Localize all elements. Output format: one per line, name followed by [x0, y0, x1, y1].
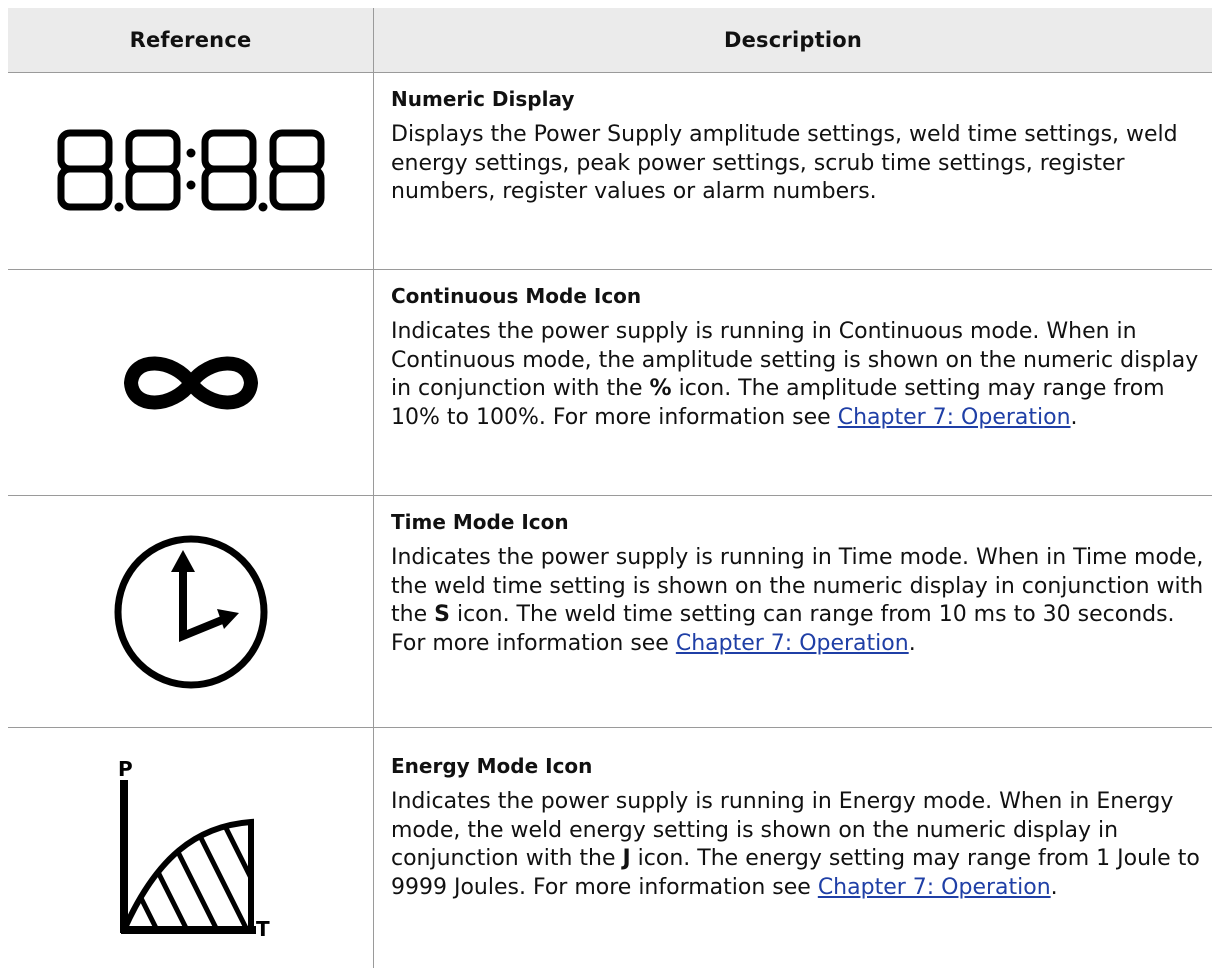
- reference-cell: [8, 270, 374, 495]
- reference-column-header: Reference: [8, 8, 374, 72]
- table-row: Numeric Display Displays the Power Suppl…: [8, 73, 1212, 270]
- description-column-header: Description: [723, 28, 863, 52]
- row-description: Indicates the power supply is running in…: [391, 319, 1199, 430]
- row-title: Numeric Display: [391, 87, 575, 111]
- seconds-label: S: [434, 602, 450, 627]
- description-cell: Numeric Display Displays the Power Suppl…: [374, 73, 1212, 269]
- row-title: Time Mode Icon: [391, 510, 569, 534]
- table-row: Continuous Mode Icon Indicates the power…: [8, 270, 1212, 496]
- row-description: Indicates the power supply is running in…: [391, 789, 1200, 900]
- reference-cell: [8, 73, 374, 269]
- row-title: Continuous Mode Icon: [391, 284, 642, 308]
- axis-p-label: P: [118, 758, 133, 781]
- seven-segment-display-icon: [57, 129, 324, 212]
- infinity-icon: [123, 356, 258, 409]
- row-description: Displays the Power Supply amplitude sett…: [391, 122, 1178, 204]
- reference-table: Reference Description Numeric Display Di…: [8, 8, 1212, 968]
- energy-curve-icon: P T: [118, 758, 270, 938]
- table-row: P T Energy Mode Icon Indicates the power…: [8, 728, 1212, 968]
- axis-t-label: T: [256, 917, 270, 938]
- percent-label: %: [649, 376, 672, 401]
- reference-cell: [8, 496, 374, 727]
- description-cell: Continuous Mode Icon Indicates the power…: [374, 270, 1212, 495]
- chapter-7-operation-link[interactable]: Chapter 7: Operation: [818, 875, 1051, 900]
- chapter-7-operation-link[interactable]: Chapter 7: Operation: [676, 631, 909, 656]
- description-cell: Time Mode Icon Indicates the power suppl…: [374, 496, 1212, 727]
- clock-icon: [114, 535, 267, 688]
- reference-cell: P T: [8, 728, 374, 968]
- description-cell: Energy Mode Icon Indicates the power sup…: [374, 728, 1212, 968]
- row-title: Energy Mode Icon: [391, 754, 593, 778]
- joules-label: J: [622, 846, 631, 871]
- table-header: Reference Description: [8, 8, 1212, 73]
- row-description: Indicates the power supply is running in…: [391, 545, 1204, 656]
- chapter-7-operation-link[interactable]: Chapter 7: Operation: [838, 405, 1071, 430]
- table-row: Time Mode Icon Indicates the power suppl…: [8, 496, 1212, 728]
